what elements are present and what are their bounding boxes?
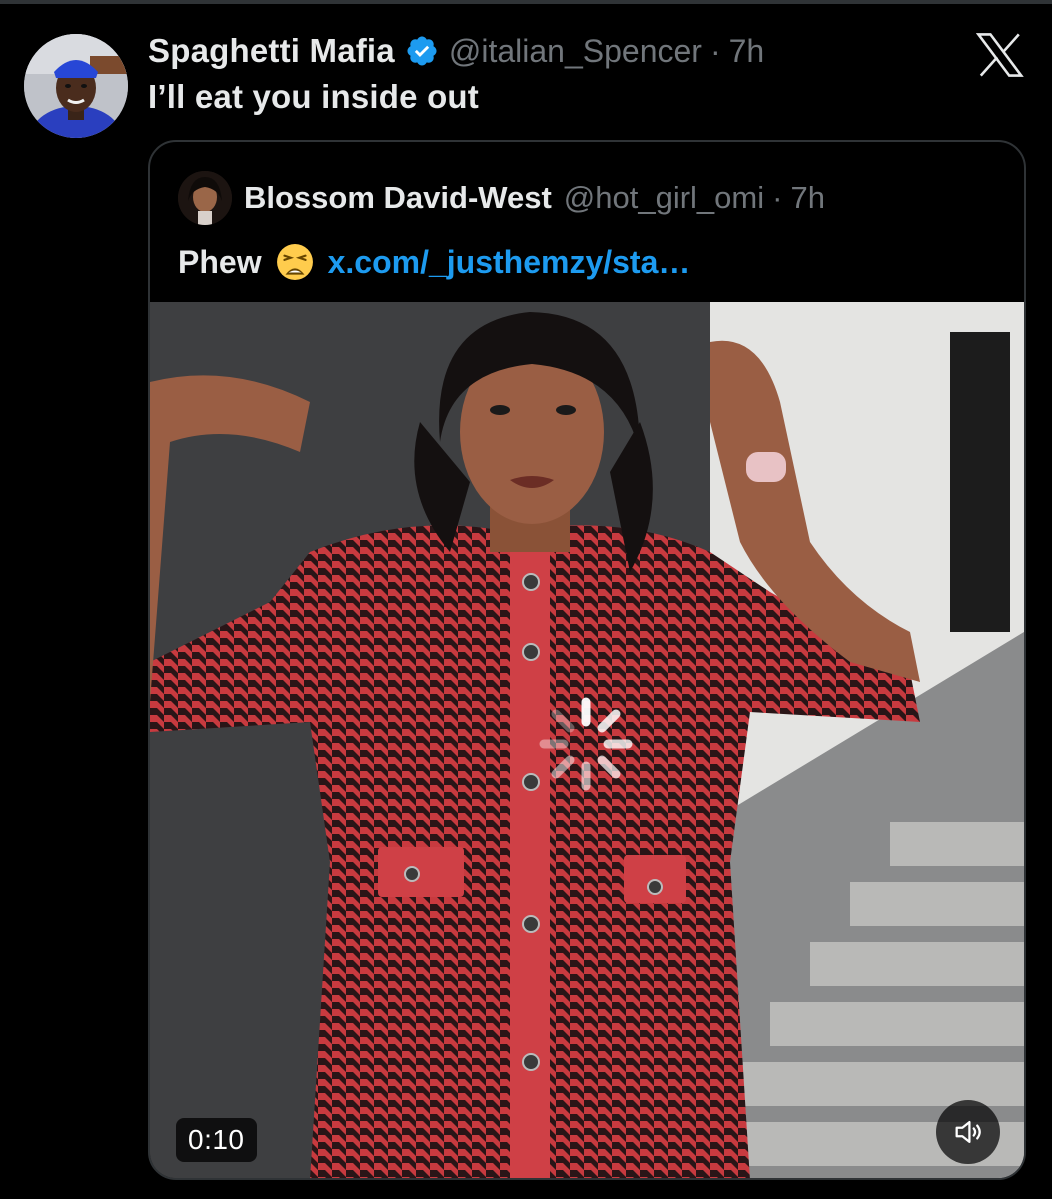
tweet-timestamp[interactable]: 7h bbox=[729, 33, 765, 70]
author-display-name[interactable]: Spaghetti Mafia bbox=[148, 32, 395, 70]
quoted-tweet-text: Phew x.com/_justhemzy/sta… bbox=[178, 238, 690, 286]
speaker-icon bbox=[955, 1120, 981, 1144]
video-player[interactable]: 0:10 bbox=[150, 302, 1024, 1178]
weary-face-emoji-icon bbox=[276, 243, 314, 281]
separator-dot: · bbox=[709, 32, 721, 69]
author-handle[interactable]: @italian_Spencer bbox=[449, 33, 702, 70]
divider bbox=[0, 0, 1052, 4]
quoted-author-handle[interactable]: @hot_girl_omi bbox=[564, 180, 764, 216]
verified-badge-icon bbox=[405, 34, 439, 68]
tweet-text: I’ll eat you inside out bbox=[148, 78, 479, 115]
quoted-tweet-link[interactable]: x.com/_justhemzy/sta… bbox=[328, 244, 691, 281]
quoted-author-display-name[interactable]: Blossom David-West bbox=[244, 180, 552, 216]
avatar[interactable] bbox=[24, 34, 128, 138]
separator-dot: · bbox=[772, 180, 783, 215]
quoted-tweet-timestamp[interactable]: 7h bbox=[790, 180, 824, 216]
mute-button[interactable] bbox=[936, 1100, 1000, 1164]
loading-spinner-icon bbox=[539, 697, 633, 791]
tweet-header: Spaghetti Mafia @italian_Spencer · 7h bbox=[148, 28, 764, 74]
tweet-screen: Spaghetti Mafia @italian_Spencer · 7h I’… bbox=[0, 0, 1052, 1199]
x-logo-icon bbox=[975, 32, 1024, 78]
video-duration-badge: 0:10 bbox=[176, 1118, 257, 1162]
quoted-tweet-word: Phew bbox=[178, 243, 262, 280]
quoted-avatar[interactable] bbox=[178, 171, 232, 225]
quoted-tweet-card[interactable]: Blossom David-West @hot_girl_omi · 7h Ph… bbox=[148, 140, 1026, 1180]
quoted-tweet-header: Blossom David-West @hot_girl_omi · 7h bbox=[178, 170, 825, 226]
